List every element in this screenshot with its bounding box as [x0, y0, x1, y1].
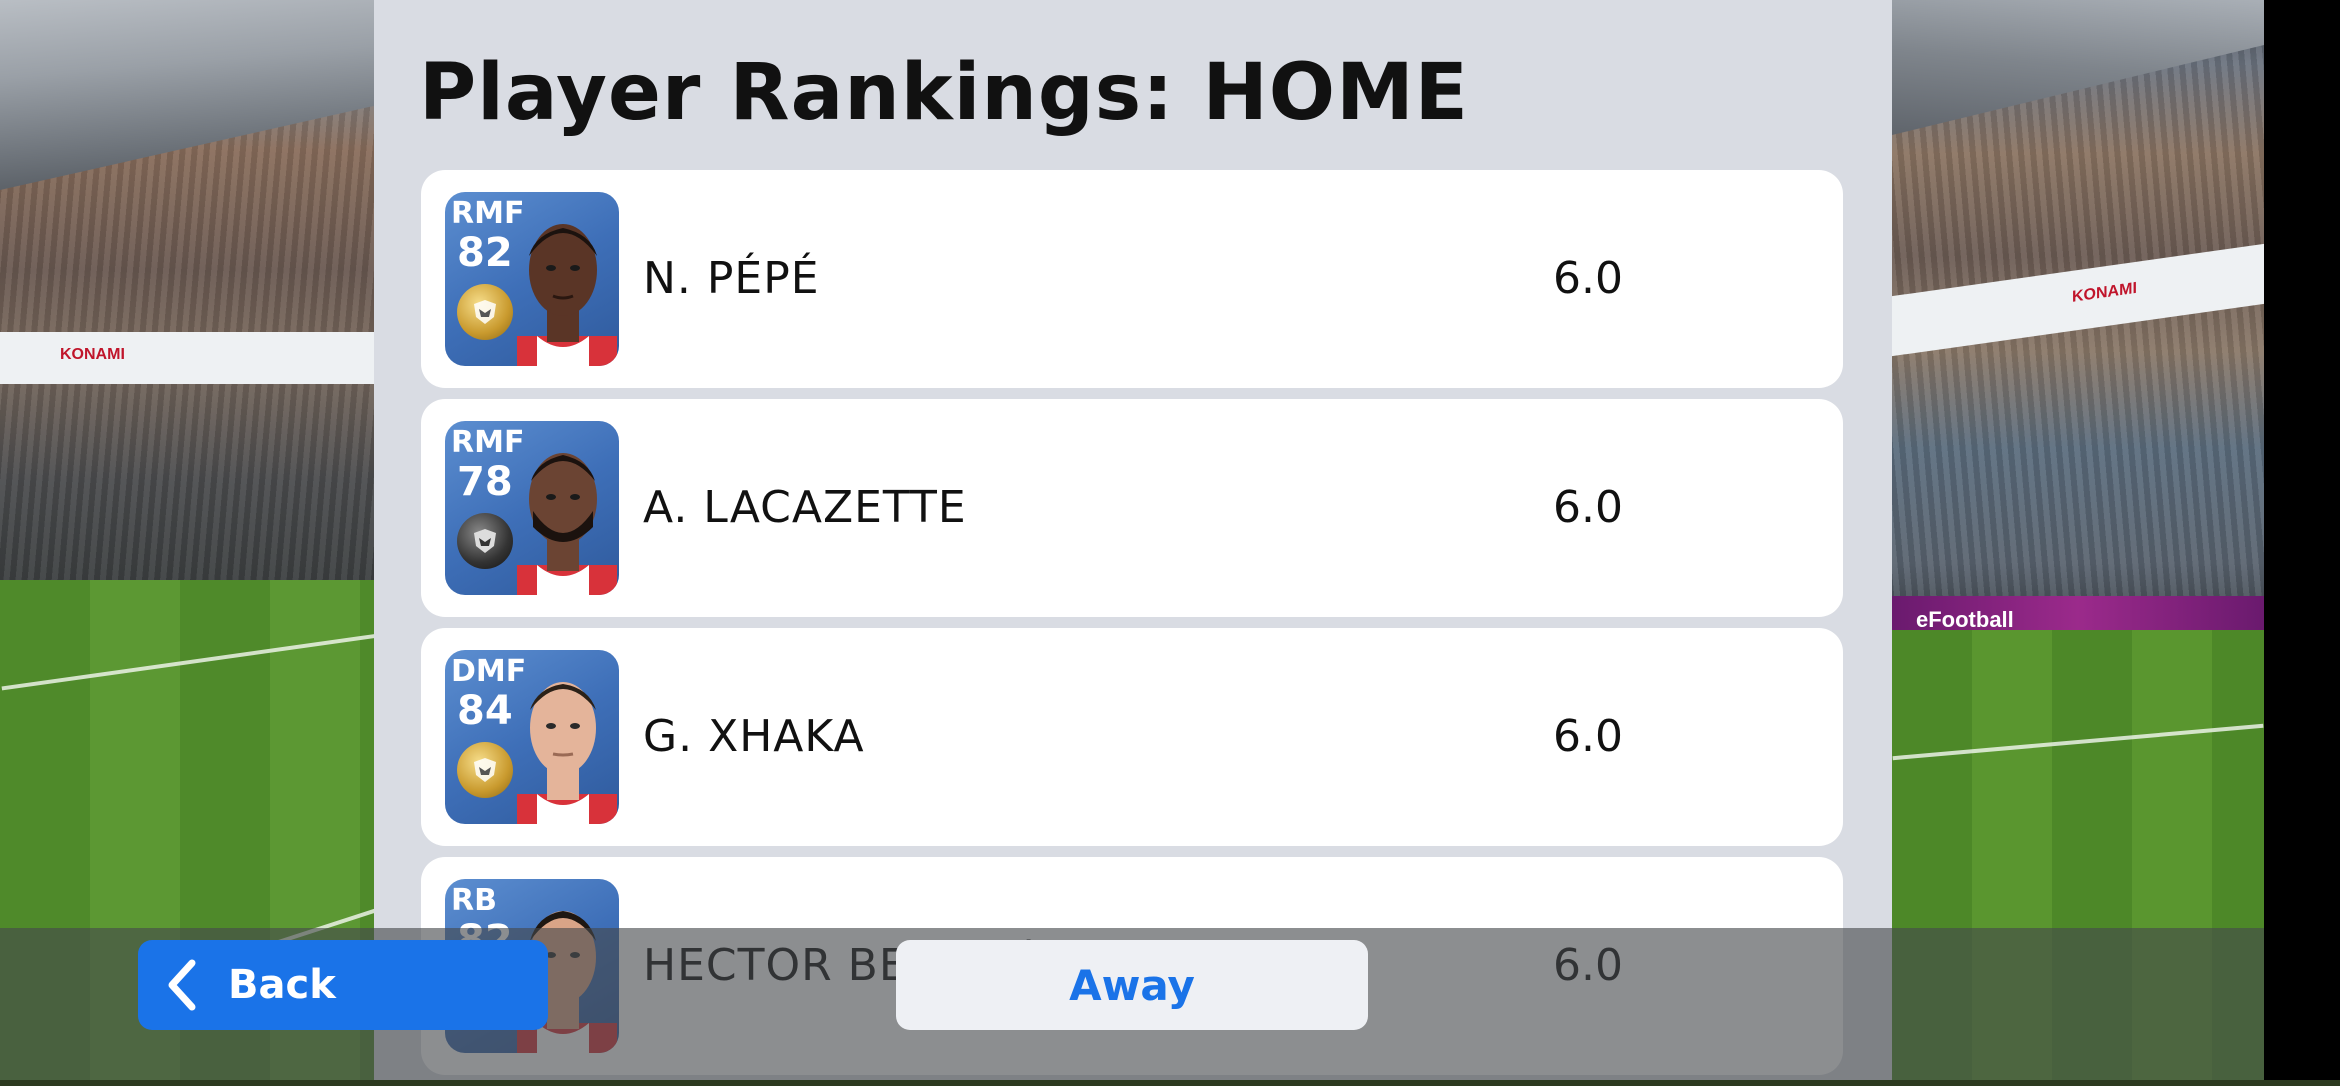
player-rating: 84	[457, 688, 513, 734]
page-title: Player Rankings: HOME	[419, 48, 1469, 138]
chevron-left-icon	[168, 959, 196, 1011]
player-card: RMF 82	[445, 192, 619, 366]
player-rating: 82	[457, 230, 513, 276]
player-rating: 78	[457, 459, 513, 505]
player-row[interactable]: RMF 78 A. LACAZETTE 6.0	[421, 399, 1843, 617]
club-badge-icon	[457, 742, 513, 798]
player-portrait-icon	[517, 682, 617, 824]
ad-board-right-label: KONAMI	[2072, 279, 2137, 306]
player-row[interactable]: RMF 82 N. PÉPÉ 6.0	[421, 170, 1843, 388]
player-name: G. XHAKA	[643, 711, 865, 762]
away-button-label: Away	[1069, 960, 1195, 1010]
player-score: 6.0	[1553, 253, 1623, 304]
player-portrait-icon	[517, 453, 617, 595]
player-portrait-icon	[517, 224, 617, 366]
player-name: A. LACAZETTE	[643, 482, 967, 533]
away-button[interactable]: Away	[896, 940, 1368, 1030]
ad-board-left-label: KONAMI	[60, 346, 125, 363]
back-button-label: Back	[228, 962, 336, 1008]
back-button[interactable]: Back	[138, 940, 548, 1030]
player-row[interactable]: DMF 84 G. XHAKA 6.0	[421, 628, 1843, 846]
rankings-panel: Player Rankings: HOME RMF 82 N. PÉPÉ 6.0…	[374, 0, 1892, 1080]
player-card: RMF 78	[445, 421, 619, 595]
efootball-board-label: eFootball	[1916, 607, 2014, 632]
screen-edge	[2264, 0, 2340, 1080]
ad-board-left: KONAMI	[0, 332, 380, 384]
player-name: N. PÉPÉ	[643, 253, 820, 304]
player-position: RB	[451, 883, 497, 918]
player-score: 6.0	[1553, 482, 1623, 533]
club-badge-icon	[457, 284, 513, 340]
club-badge-icon	[457, 513, 513, 569]
player-card: DMF 84	[445, 650, 619, 824]
player-score: 6.0	[1553, 711, 1623, 762]
